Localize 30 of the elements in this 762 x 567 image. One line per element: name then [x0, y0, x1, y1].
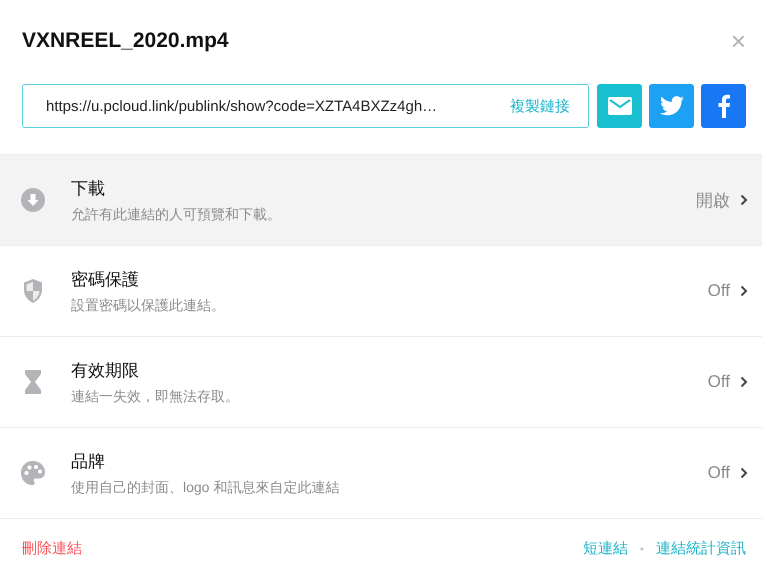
- settings-row[interactable]: 下載 允許有此連結的人可預覽和下載。 開啟: [0, 155, 762, 246]
- chevron-icon: [740, 376, 748, 388]
- separator-dot: •: [640, 542, 644, 556]
- hourglass-icon: [23, 369, 43, 395]
- setting-description: 設置密碼以保護此連結。: [71, 296, 226, 314]
- setting-title: 有效期限: [71, 360, 140, 382]
- facebook-icon: [718, 94, 730, 118]
- bird-icon: [660, 96, 684, 116]
- file-title: VXNREEL_2020.mp4: [22, 29, 229, 53]
- palette-icon: [20, 460, 46, 486]
- setting-title: 品牌: [71, 450, 106, 472]
- setting-value: 開啟: [696, 190, 730, 212]
- facebook-button[interactable]: [701, 84, 746, 128]
- chevron-icon: [740, 285, 748, 297]
- chevron-icon: [740, 467, 748, 479]
- twitter-button[interactable]: [649, 84, 694, 128]
- setting-value: Off: [708, 281, 730, 301]
- setting-value: Off: [708, 463, 730, 483]
- mail-button[interactable]: [597, 84, 642, 128]
- setting-description: 允許有此連結的人可預覽和下載。: [71, 206, 282, 224]
- setting-value: Off: [708, 372, 730, 392]
- shield-icon: [22, 278, 44, 304]
- setting-description: 使用自己的封面、logo 和訊息來自定此連結: [71, 478, 340, 496]
- download-icon: [20, 187, 46, 213]
- chevron-icon: [740, 194, 748, 206]
- mail-icon: [608, 97, 632, 115]
- setting-title: 下載: [71, 178, 106, 200]
- link-field[interactable]: https://u.pcloud.link/publink/show?code=XZTA4BXZz4gh… 複製鏈接: [22, 84, 589, 128]
- setting-description: 連結一失效，即無法存取。: [71, 388, 240, 406]
- setting-title: 密碼保護: [71, 268, 140, 290]
